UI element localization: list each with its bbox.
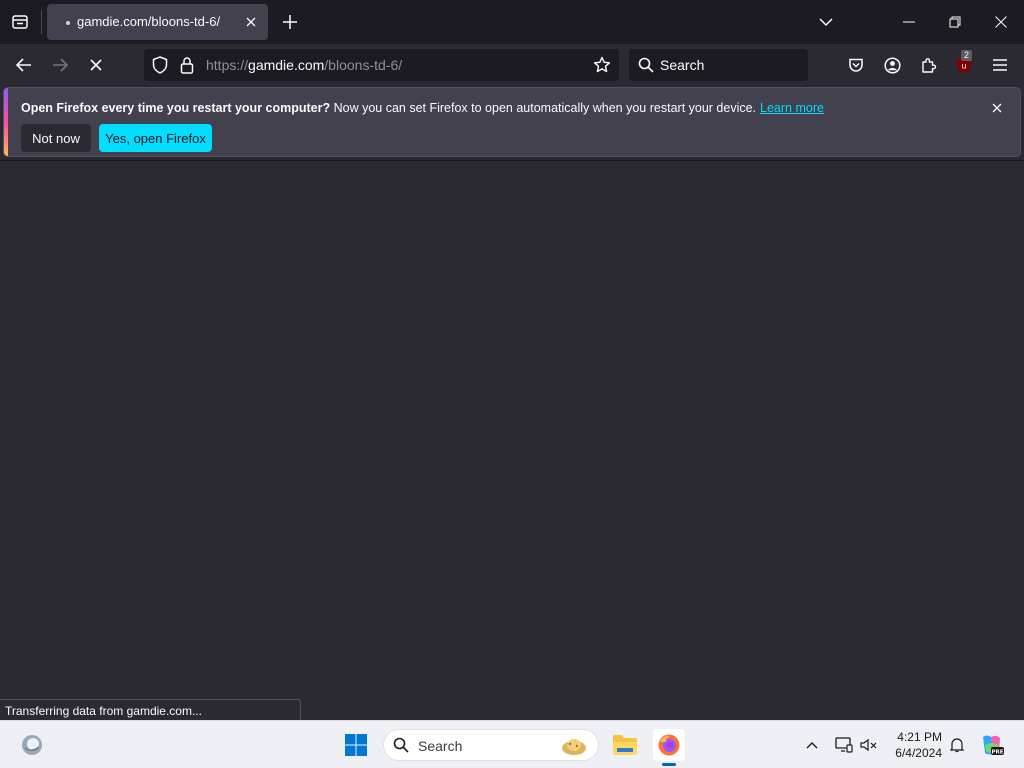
stop-icon — [90, 59, 102, 71]
arrow-right-icon — [53, 58, 68, 72]
search-icon — [638, 57, 654, 73]
bookmark-star-icon[interactable] — [593, 56, 611, 74]
active-app-indicator — [662, 763, 676, 766]
pocket-icon — [849, 58, 863, 72]
notifications-button[interactable] — [947, 735, 967, 755]
shield-icon[interactable] — [152, 56, 168, 74]
list-all-tabs-button[interactable] — [816, 12, 836, 32]
search-highlight-icon — [562, 739, 586, 755]
notification-close-button[interactable] — [989, 100, 1005, 116]
loading-dot-icon — [66, 21, 70, 25]
stop-button[interactable] — [83, 52, 109, 78]
firefox-view-button[interactable] — [8, 10, 32, 34]
tab-strip: gamdie.com/bloons-td-6/ — [0, 0, 1024, 44]
search-icon — [393, 737, 409, 753]
copilot-button[interactable]: PRE — [976, 729, 1008, 761]
svg-text:PRE: PRE — [991, 749, 1003, 755]
windows-logo-icon — [345, 734, 367, 756]
url-host: gamdie.com — [248, 57, 325, 73]
taskbar-search-box[interactable]: Search — [383, 729, 599, 761]
widgets-button[interactable] — [16, 729, 48, 761]
notification-text: Now you can set Firefox to open automati… — [330, 101, 757, 115]
tab-close-button[interactable] — [243, 14, 259, 30]
firefox-view-icon — [12, 15, 28, 29]
new-tab-button[interactable] — [280, 12, 300, 32]
chevron-down-icon — [819, 17, 833, 26]
taskbar-clock[interactable]: 4:21 PM 6/4/2024 — [882, 729, 942, 761]
notification-message: Open Firefox every time you restart your… — [21, 101, 824, 115]
folder-icon — [613, 735, 637, 755]
tab-title: gamdie.com/bloons-td-6/ — [77, 14, 221, 29]
firefox-icon — [658, 734, 680, 756]
notification-accent-stripe — [4, 88, 8, 156]
weather-widget-icon — [22, 735, 42, 755]
not-now-button[interactable]: Not now — [21, 124, 91, 152]
arrow-left-icon — [16, 58, 31, 72]
close-icon — [992, 103, 1002, 113]
windows-taskbar: Search 4:21 PM 6/4/2024 PRE — [0, 720, 1024, 768]
url-text[interactable]: https://gamdie.com/bloons-td-6/ — [206, 57, 402, 73]
pocket-button[interactable] — [843, 52, 869, 78]
display-tray-button[interactable] — [834, 735, 854, 755]
start-button[interactable] — [340, 729, 372, 761]
copilot-icon: PRE — [983, 735, 1004, 755]
chevron-up-icon — [806, 742, 818, 749]
hamburger-menu-icon — [993, 59, 1007, 71]
url-path: /bloons-td-6/ — [324, 57, 403, 73]
clock-date: 6/4/2024 — [895, 746, 942, 760]
restore-button[interactable] — [932, 0, 978, 44]
ublock-extension-button[interactable]: u 2 — [951, 50, 977, 78]
bell-icon — [950, 738, 964, 753]
learn-more-link[interactable]: Learn more — [760, 101, 824, 115]
firefox-taskbar-button[interactable] — [653, 729, 685, 761]
close-window-button[interactable] — [978, 0, 1024, 44]
account-button[interactable] — [879, 52, 905, 78]
url-scheme: https:// — [206, 57, 249, 73]
url-bar[interactable]: https://gamdie.com/bloons-td-6/ — [144, 49, 619, 81]
clock-time: 4:21 PM — [897, 730, 942, 744]
minimize-icon — [903, 21, 915, 23]
navigation-toolbar: https://gamdie.com/bloons-td-6/ Search u… — [0, 44, 1024, 86]
close-icon — [246, 17, 256, 27]
yes-open-firefox-button[interactable]: Yes, open Firefox — [99, 124, 212, 152]
volume-muted-icon — [860, 738, 877, 752]
show-hidden-icons-button[interactable] — [802, 735, 822, 755]
tab-separator — [41, 10, 42, 34]
page-content-area[interactable] — [0, 160, 1024, 720]
minimize-button[interactable] — [886, 0, 932, 44]
close-icon — [995, 16, 1007, 28]
tab-active[interactable]: gamdie.com/bloons-td-6/ — [47, 4, 268, 40]
network-volume-tray-button[interactable] — [859, 735, 879, 755]
search-bar[interactable]: Search — [629, 49, 808, 81]
app-menu-button[interactable] — [987, 52, 1013, 78]
default-browser-notification: Open Firefox every time you restart your… — [4, 88, 1020, 156]
account-icon — [883, 56, 901, 74]
svg-text:u: u — [961, 62, 966, 71]
lock-icon[interactable] — [180, 56, 194, 74]
restore-icon — [949, 16, 961, 28]
monitor-icon — [835, 737, 853, 753]
back-button[interactable] — [11, 52, 37, 78]
status-panel: Transferring data from gamdie.com... — [0, 699, 301, 721]
notification-heading: Open Firefox every time you restart your… — [21, 101, 331, 115]
plus-icon — [283, 15, 297, 29]
extension-badge: 2 — [961, 50, 973, 61]
forward-button[interactable] — [47, 52, 73, 78]
extensions-button[interactable] — [915, 52, 941, 78]
search-placeholder: Search — [660, 57, 705, 73]
taskbar-search-placeholder: Search — [418, 738, 463, 754]
file-explorer-button[interactable] — [609, 729, 641, 761]
puzzle-piece-icon — [921, 57, 936, 73]
